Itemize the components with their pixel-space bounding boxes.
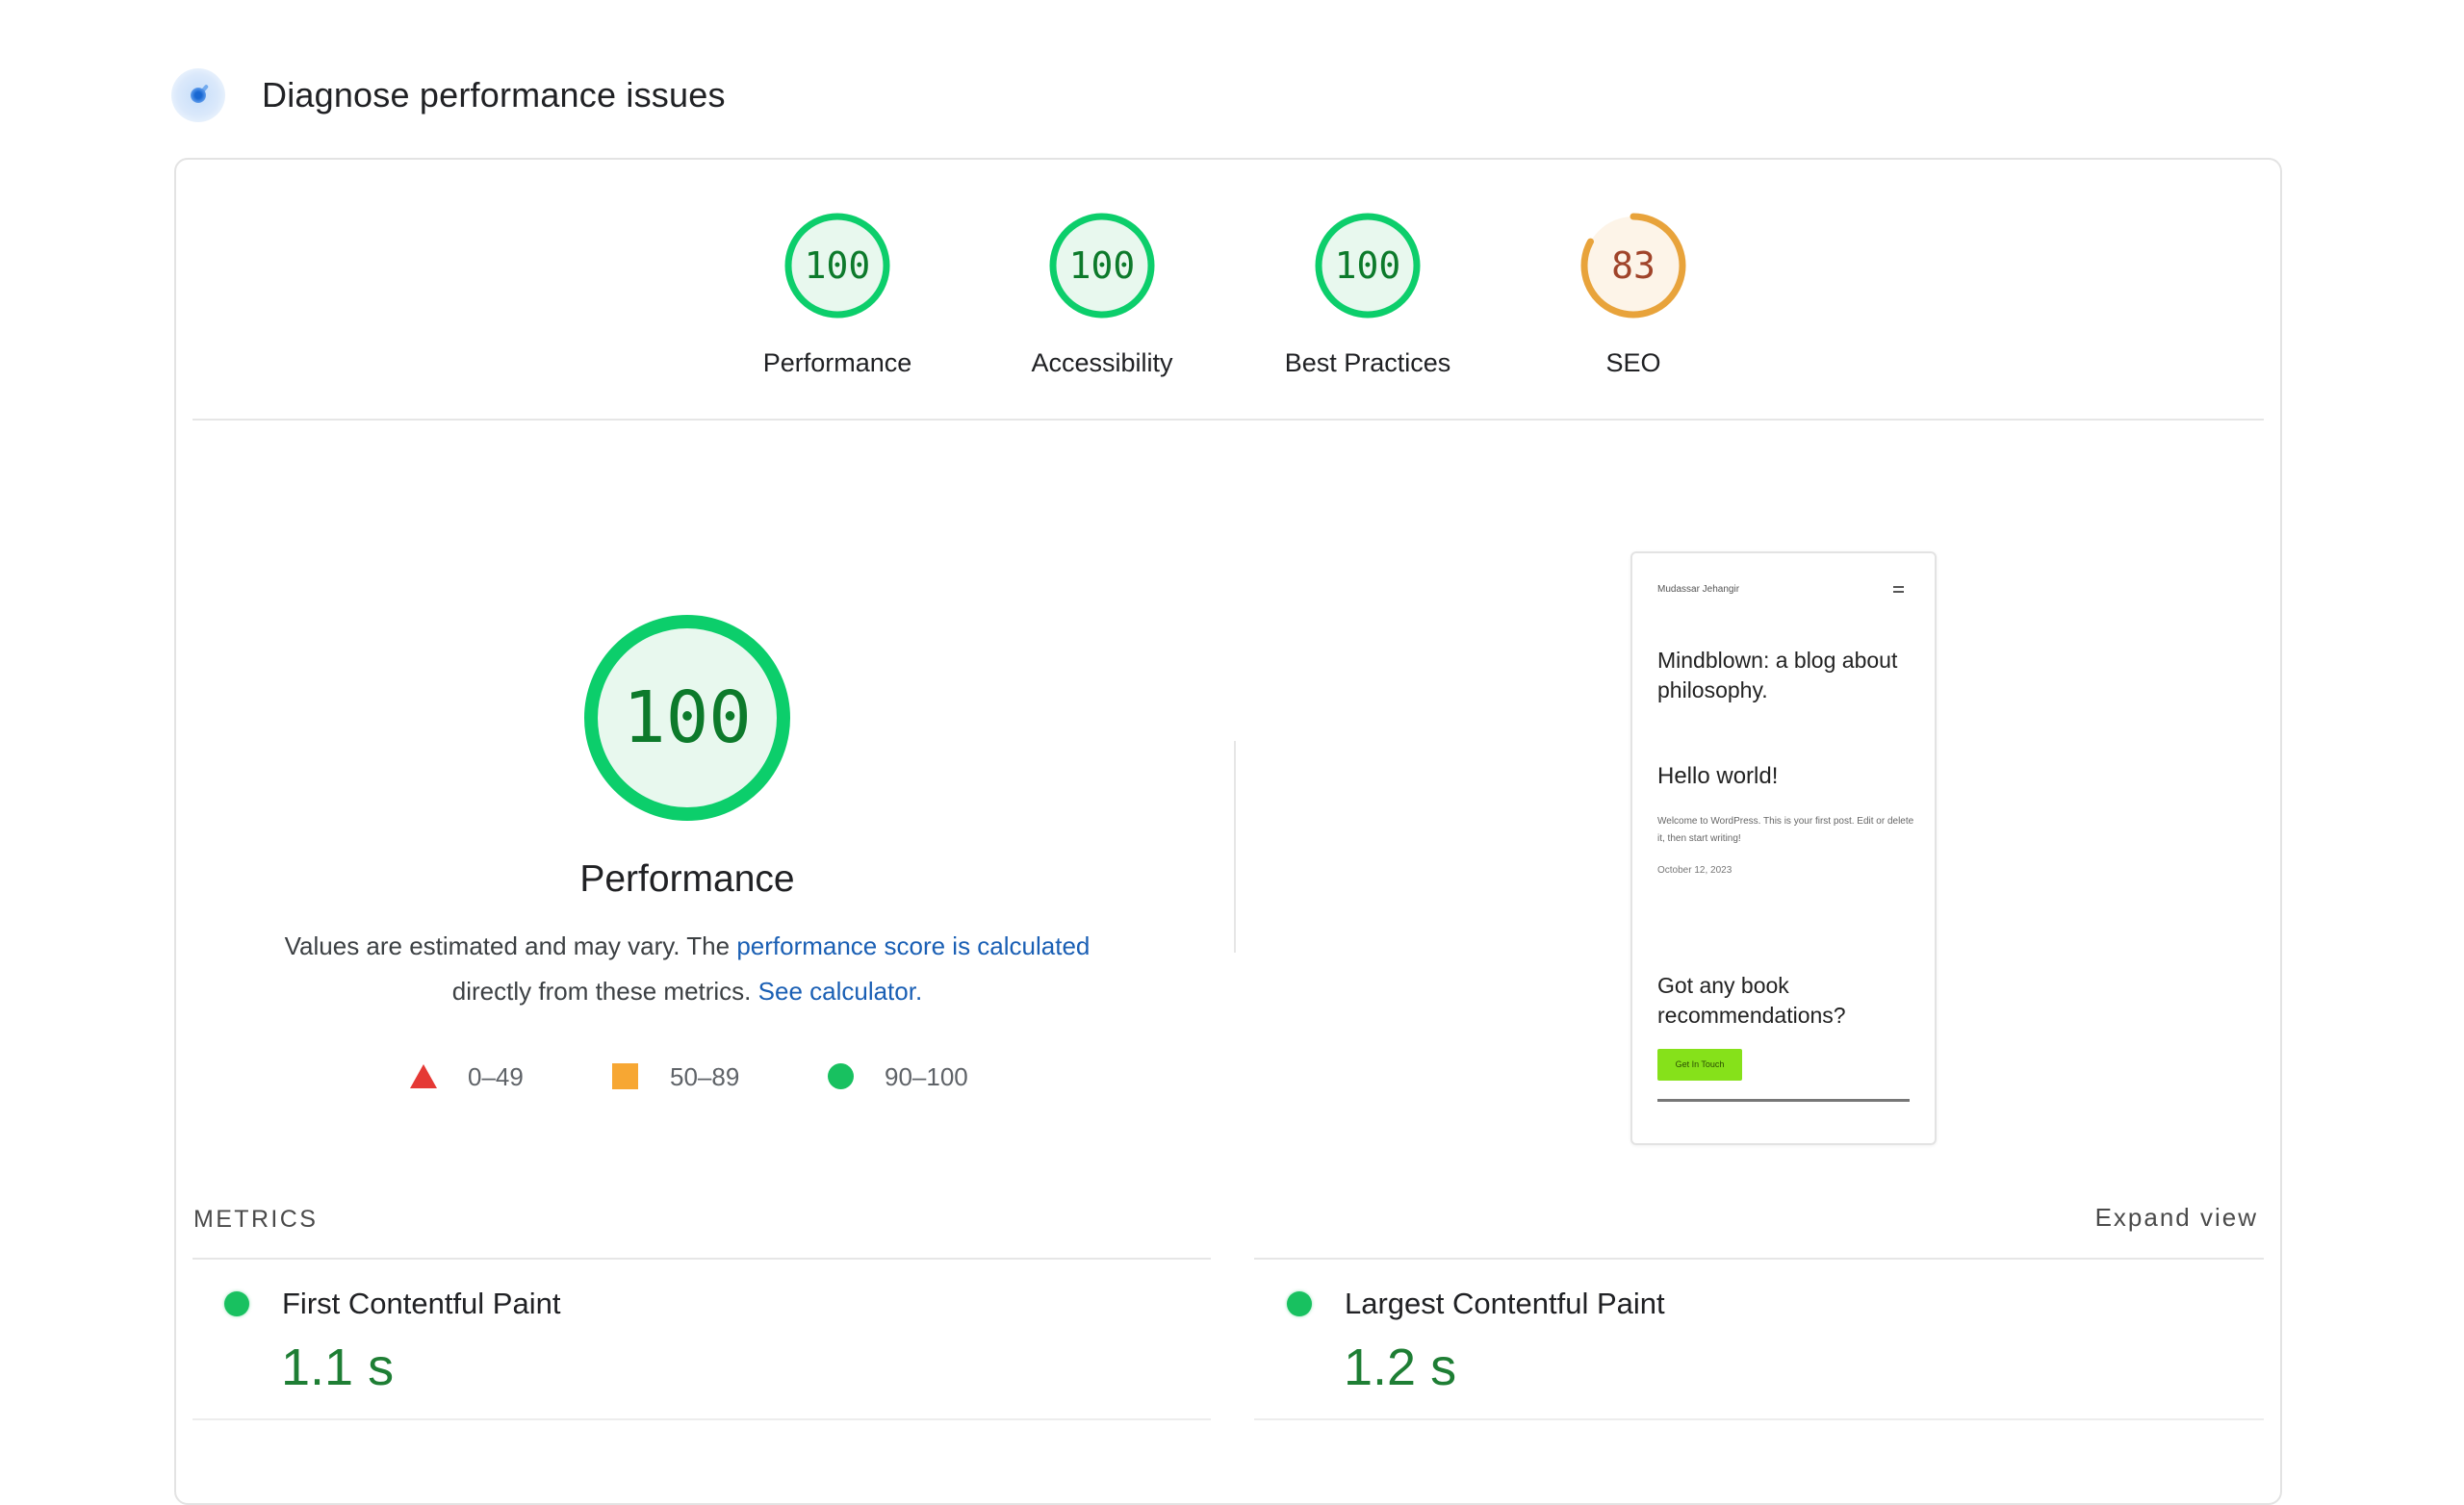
gauge-score: 100 <box>804 244 871 287</box>
fail-triangle-icon <box>410 1064 437 1088</box>
page-screenshot[interactable]: Mudassar Jehangir Mindblown: a blog abou… <box>1630 551 1937 1145</box>
metric-name-lcp: Largest Contentful Paint <box>1345 1287 1665 1320</box>
gauge-score: 100 <box>1334 244 1401 287</box>
category-gauge-best-practices[interactable]: 100 <box>1310 208 1425 362</box>
hamburger-menu-icon <box>1893 586 1904 596</box>
gauge-dot <box>191 88 206 103</box>
metrics-section-label: METRICS <box>193 1206 319 1233</box>
category-label-performance[interactable]: Performance <box>712 348 962 378</box>
legend-average-range: 50–89 <box>670 1062 740 1091</box>
description-text: directly from these metrics. <box>451 977 758 1006</box>
screenshot-rule <box>1657 1099 1910 1102</box>
expand-view-button[interactable]: Expand view <box>2021 1203 2258 1233</box>
gauge-score: 100 <box>1068 244 1136 287</box>
lighthouse-gauge-icon <box>171 68 225 122</box>
screenshot-site-name: Mudassar Jehangir <box>1657 584 1740 595</box>
category-label-seo[interactable]: SEO <box>1508 348 1758 378</box>
metric-name-fcp: First Contentful Paint <box>282 1287 561 1320</box>
pass-circle-icon <box>224 1291 249 1316</box>
category-gauge-performance[interactable]: 100 <box>780 208 895 362</box>
screenshot-post-title: Hello world! <box>1657 763 1779 789</box>
performance-score: 100 <box>623 676 752 759</box>
screenshot-post-date: October 12, 2023 <box>1657 865 1732 876</box>
metrics-row-divider-right <box>1254 1418 2264 1420</box>
pass-circle-icon <box>828 1063 854 1089</box>
screenshot-post-excerpt: Welcome to WordPress. This is your first… <box>1657 816 1914 844</box>
metric-value-fcp: 1.1 s <box>281 1339 395 1396</box>
metrics-divider-left <box>192 1258 1211 1260</box>
legend-pass-range: 90–100 <box>885 1062 968 1091</box>
section-title: Diagnose performance issues <box>262 75 726 115</box>
score-calculated-link[interactable]: performance score is calculated <box>736 931 1090 960</box>
gauge-score: 83 <box>1611 244 1656 287</box>
screenshot-cta-button: Get In Touch <box>1657 1049 1742 1081</box>
category-label-accessibility[interactable]: Accessibility <box>977 348 1227 378</box>
metrics-row-divider-left <box>192 1418 1211 1420</box>
performance-description-line1: Values are estimated and may vary. The p… <box>206 931 1168 961</box>
performance-title: Performance <box>579 858 795 900</box>
pass-circle-icon <box>1287 1291 1312 1316</box>
performance-description-line2: directly from these metrics. See calcula… <box>206 977 1168 1007</box>
screenshot-heading: Mindblown: a blog about philosophy. <box>1657 648 1898 702</box>
metrics-divider-right <box>1254 1258 2264 1260</box>
see-calculator-link[interactable]: See calculator. <box>758 977 923 1006</box>
screenshot-cta-heading: Got any book recommendations? <box>1657 973 1846 1028</box>
average-square-icon <box>612 1063 638 1089</box>
category-gauge-seo[interactable]: 83 <box>1576 208 1691 362</box>
metric-value-lcp: 1.2 s <box>1344 1339 1457 1396</box>
legend-fail-range: 0–49 <box>468 1062 524 1091</box>
vertical-divider <box>1234 741 1236 953</box>
category-label-best-practices[interactable]: Best Practices <box>1243 348 1493 378</box>
description-text: Values are estimated and may vary. The <box>284 931 737 960</box>
category-gauge-accessibility[interactable]: 100 <box>1044 208 1160 362</box>
divider <box>192 419 2264 421</box>
